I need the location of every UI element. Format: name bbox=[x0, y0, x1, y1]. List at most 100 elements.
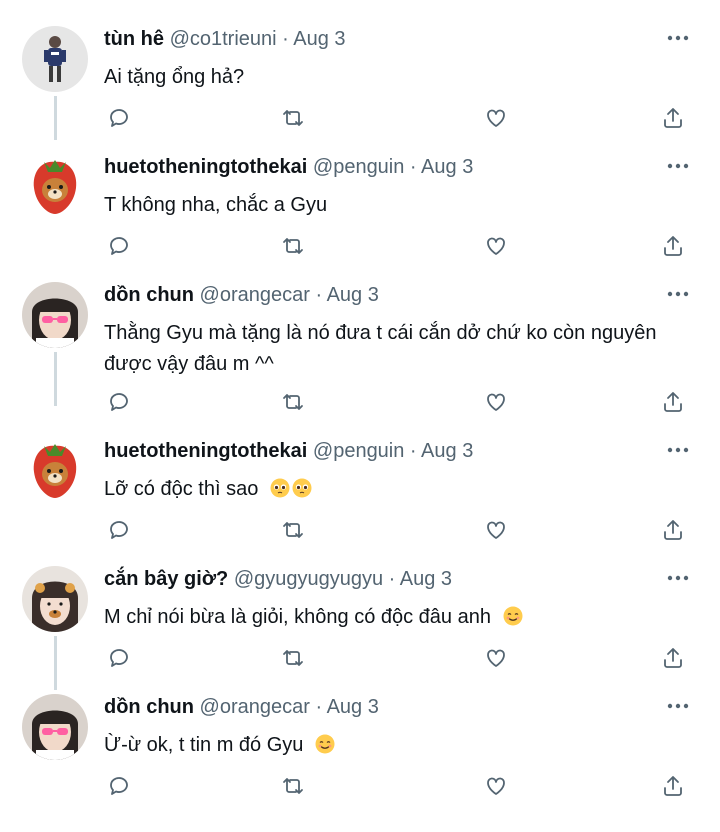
tweet-header: huetotheningtothekai @penguin · Aug 3 bbox=[104, 154, 473, 180]
share-icon bbox=[664, 108, 682, 128]
tweet-text: Ai tặng ổng hả? bbox=[104, 62, 694, 93]
tweet-date[interactable]: Aug 3 bbox=[327, 284, 379, 306]
retweet-button[interactable] bbox=[278, 771, 308, 801]
reply-icon bbox=[110, 237, 128, 255]
share-button[interactable] bbox=[658, 643, 688, 673]
tweet-date[interactable]: Aug 3 bbox=[421, 156, 473, 178]
retweet-icon bbox=[283, 650, 303, 666]
tweet-header: dồn chun @orangecar · Aug 3 bbox=[104, 282, 379, 308]
display-name[interactable]: huetotheningtothekai bbox=[104, 156, 307, 178]
more-dots-icon bbox=[667, 447, 689, 453]
reply-button[interactable] bbox=[104, 387, 134, 417]
retweet-button[interactable] bbox=[278, 231, 308, 261]
tweet-text: Ừ-ừ ok, t tin m đó Gyu bbox=[104, 730, 694, 761]
tweet-date[interactable]: Aug 3 bbox=[400, 568, 452, 590]
avatar-image bbox=[22, 438, 88, 504]
thread-line bbox=[54, 352, 57, 406]
retweet-button[interactable] bbox=[278, 103, 308, 133]
reply-icon bbox=[110, 649, 128, 667]
more-options-button[interactable] bbox=[664, 696, 692, 716]
avatar[interactable] bbox=[22, 26, 88, 92]
display-name[interactable]: cắn bây giờ? bbox=[104, 568, 228, 590]
user-handle[interactable]: @penguin bbox=[313, 156, 404, 178]
avatar[interactable] bbox=[22, 154, 88, 220]
avatar-image bbox=[22, 566, 88, 632]
share-button[interactable] bbox=[658, 515, 688, 545]
display-name[interactable]: huetotheningtothekai bbox=[104, 440, 307, 462]
tweet-text-content: Ai tặng ổng hả? bbox=[104, 66, 245, 88]
tweet-header: tùn hê @co1trieuni · Aug 3 bbox=[104, 26, 346, 52]
like-icon bbox=[487, 393, 505, 411]
avatar[interactable] bbox=[22, 566, 88, 632]
avatar-image bbox=[22, 282, 88, 348]
reply-button[interactable] bbox=[104, 515, 134, 545]
reply-icon bbox=[110, 393, 128, 411]
avatar[interactable] bbox=[22, 282, 88, 348]
like-button[interactable] bbox=[481, 643, 511, 673]
pleading-face-emoji bbox=[270, 478, 290, 498]
display-name[interactable]: tùn hê bbox=[104, 28, 164, 50]
user-handle[interactable]: @orangecar bbox=[200, 284, 310, 306]
tweet-actions bbox=[104, 643, 704, 673]
share-icon bbox=[664, 648, 682, 668]
retweet-icon bbox=[283, 110, 303, 126]
separator: · bbox=[404, 440, 422, 462]
like-icon bbox=[487, 777, 505, 795]
user-handle[interactable]: @orangecar bbox=[200, 696, 310, 718]
tweet-text: M chỉ nói bừa là giỏi, không có độc đâu … bbox=[104, 602, 694, 633]
tweet-header: huetotheningtothekai @penguin · Aug 3 bbox=[104, 438, 473, 464]
display-name[interactable]: dồn chun bbox=[104, 284, 194, 306]
pleading-face-emoji bbox=[292, 478, 312, 498]
tweet-text-content: Ừ-ừ ok, t tin m đó Gyu bbox=[104, 734, 304, 756]
smiling-face-emoji bbox=[315, 734, 335, 754]
avatar[interactable] bbox=[22, 438, 88, 504]
avatar[interactable] bbox=[22, 694, 88, 760]
more-options-button[interactable] bbox=[664, 284, 692, 304]
share-button[interactable] bbox=[658, 103, 688, 133]
retweet-icon bbox=[283, 238, 303, 254]
retweet-button[interactable] bbox=[278, 515, 308, 545]
like-button[interactable] bbox=[481, 103, 511, 133]
share-icon bbox=[664, 236, 682, 256]
tweet-date[interactable]: Aug 3 bbox=[293, 28, 345, 50]
more-options-button[interactable] bbox=[664, 568, 692, 588]
thread-line bbox=[54, 636, 57, 690]
reply-button[interactable] bbox=[104, 103, 134, 133]
like-button[interactable] bbox=[481, 387, 511, 417]
more-options-button[interactable] bbox=[664, 440, 692, 460]
display-name[interactable]: dồn chun bbox=[104, 696, 194, 718]
more-options-button[interactable] bbox=[664, 156, 692, 176]
more-dots-icon bbox=[667, 291, 689, 297]
like-button[interactable] bbox=[481, 771, 511, 801]
user-handle[interactable]: @gyugyugyugyu bbox=[234, 568, 383, 590]
user-handle[interactable]: @co1trieuni bbox=[170, 28, 277, 50]
tweet-text-content: T không nha, chắc a Gyu bbox=[104, 194, 328, 216]
avatar-image bbox=[22, 694, 88, 760]
tweet-date[interactable]: Aug 3 bbox=[327, 696, 379, 718]
user-handle[interactable]: @penguin bbox=[313, 440, 404, 462]
retweet-icon bbox=[283, 522, 303, 538]
tweet-date[interactable]: Aug 3 bbox=[421, 440, 473, 462]
tweet-text-content: M chỉ nói bừa là giỏi, không có độc đâu … bbox=[104, 606, 491, 628]
like-button[interactable] bbox=[481, 231, 511, 261]
reply-button[interactable] bbox=[104, 771, 134, 801]
retweet-button[interactable] bbox=[278, 387, 308, 417]
tweet-actions bbox=[104, 387, 704, 417]
share-icon bbox=[664, 520, 682, 540]
like-icon bbox=[487, 521, 505, 539]
reply-button[interactable] bbox=[104, 231, 134, 261]
retweet-button[interactable] bbox=[278, 643, 308, 673]
separator: · bbox=[309, 696, 327, 718]
share-button[interactable] bbox=[658, 771, 688, 801]
reply-button[interactable] bbox=[104, 643, 134, 673]
like-button[interactable] bbox=[481, 515, 511, 545]
tweet-actions bbox=[104, 231, 704, 261]
thread-line bbox=[54, 96, 57, 140]
share-button[interactable] bbox=[658, 231, 688, 261]
conversation-thread: tùn hê @co1trieuni · Aug 3 Ai tặng ổng h… bbox=[0, 0, 720, 832]
separator: · bbox=[309, 284, 327, 306]
more-options-button[interactable] bbox=[664, 28, 692, 48]
share-button[interactable] bbox=[658, 387, 688, 417]
reply-icon bbox=[110, 777, 128, 795]
smiling-face-emoji bbox=[503, 606, 523, 626]
